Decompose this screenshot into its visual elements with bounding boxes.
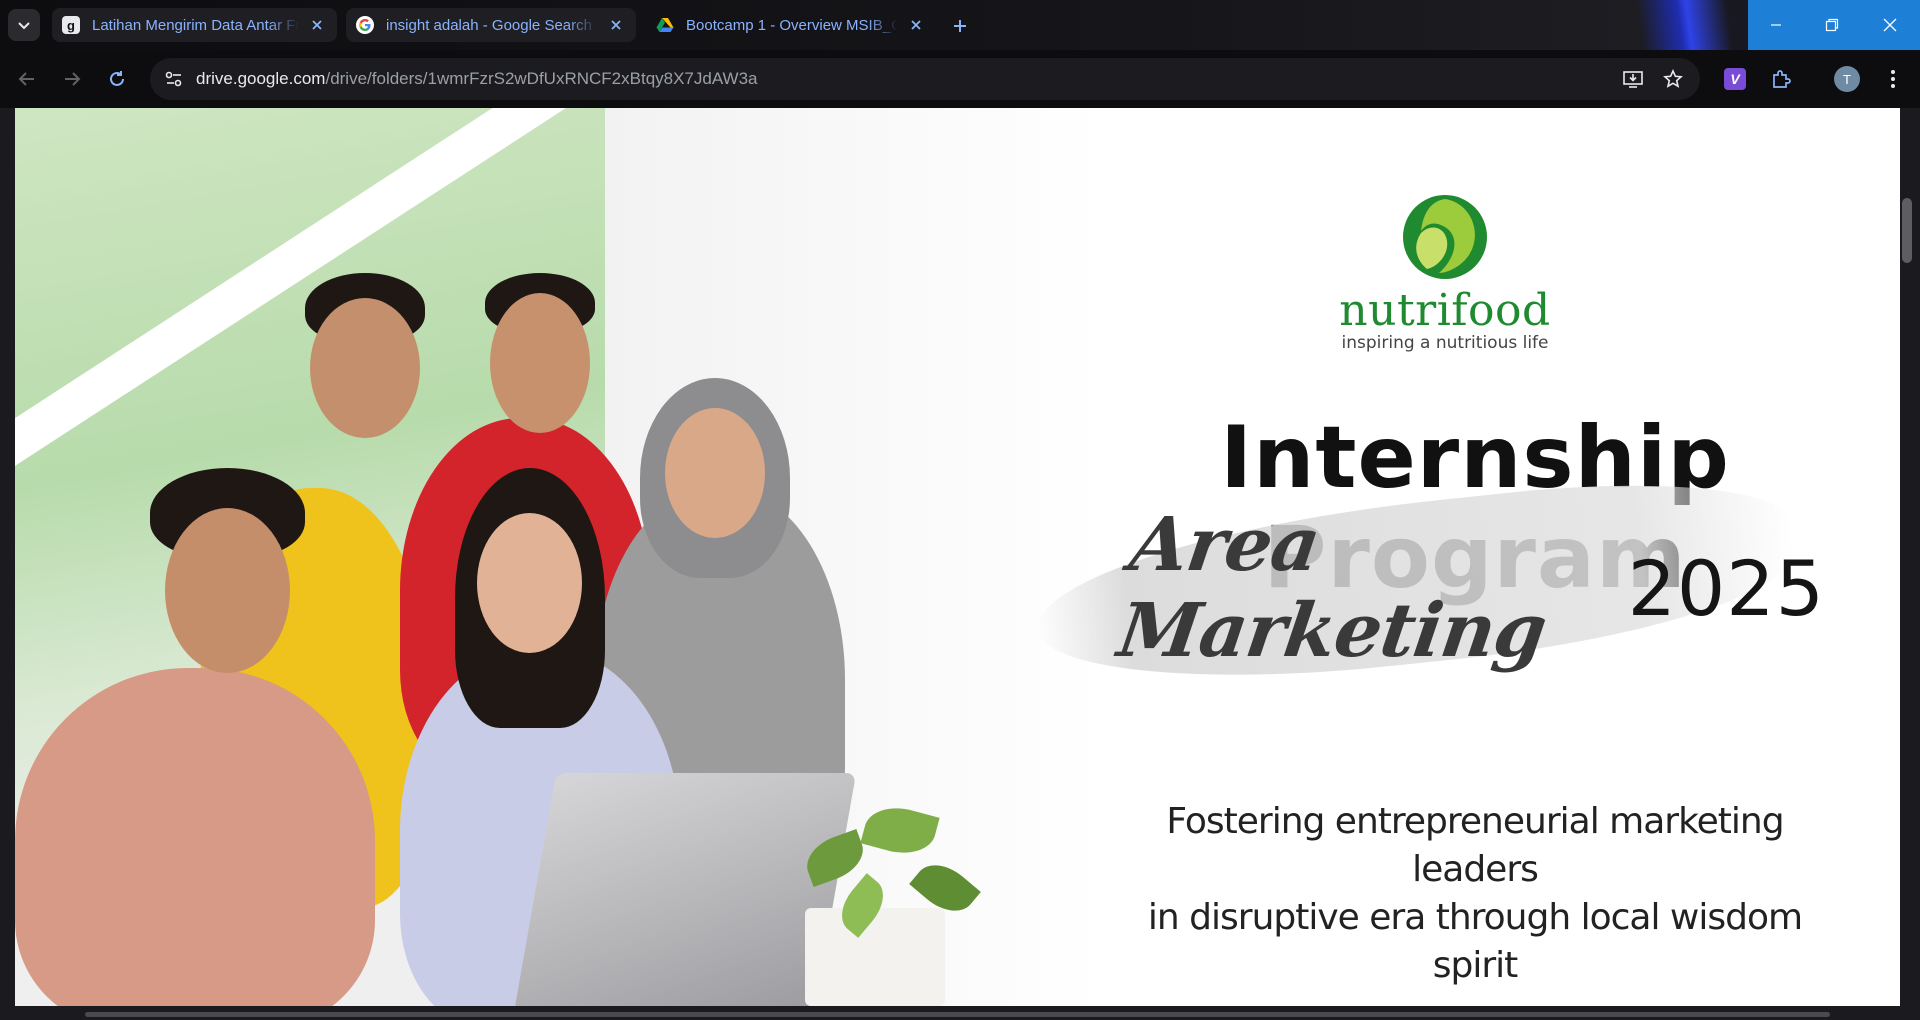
tagline-line-2: in disruptive era through local wisdom s…	[1147, 897, 1803, 986]
person-peach-shirt	[15, 668, 375, 1006]
person-face	[310, 298, 420, 438]
site-info-icon[interactable]	[160, 65, 188, 93]
banner-tagline: Fostering entrepreneurial marketing lead…	[1115, 798, 1835, 990]
minimize-button[interactable]	[1748, 0, 1804, 50]
url-host: drive.google.com	[196, 69, 326, 88]
bookmark-star-icon[interactable]	[1660, 66, 1686, 92]
person-face	[165, 508, 290, 673]
logo-tagline: inspiring a nutritious life	[1341, 333, 1549, 353]
horizontal-scrollbar-thumb[interactable]	[85, 1012, 1830, 1017]
extension-v-badge: V	[1724, 68, 1746, 90]
tab-title: Bootcamp 1 - Overview MSIB_C	[686, 16, 898, 34]
reload-icon	[110, 71, 124, 86]
nutrifood-leaf-icon	[1401, 193, 1489, 281]
tab-title: insight adalah - Google Search	[386, 16, 592, 34]
team-photo	[15, 108, 1105, 1006]
tab-strip: g Latihan Mengirim Data Antar Fr insight…	[0, 0, 1920, 58]
tab-latihan[interactable]: g Latihan Mengirim Data Antar Fr	[52, 8, 337, 42]
restore-button[interactable]	[1804, 0, 1860, 50]
plus-icon	[954, 20, 966, 32]
restore-icon	[1825, 18, 1839, 32]
close-window-button[interactable]	[1860, 0, 1920, 50]
avatar: T	[1834, 66, 1860, 92]
address-bar[interactable]: drive.google.com/drive/folders/1wmrFzrS2…	[150, 58, 1700, 100]
internship-banner-image: nutrifood inspiring a nutritious life In…	[15, 108, 1900, 1006]
person-face	[665, 408, 765, 538]
tab-search-button[interactable]	[8, 9, 40, 41]
extension-v-icon[interactable]: V	[1720, 64, 1750, 94]
arrow-left-icon	[18, 72, 34, 86]
plant-pot	[805, 908, 945, 1006]
reload-button[interactable]	[102, 64, 132, 94]
url-path: /drive/folders/1wmrFzrS2wDfUxRNCF2xBtqy8…	[325, 69, 758, 88]
program-year: 2025	[1627, 543, 1825, 633]
install-app-icon[interactable]	[1620, 66, 1646, 92]
browser-toolbar: drive.google.com/drive/folders/1wmrFzrS2…	[0, 50, 1920, 108]
chevron-down-icon	[18, 22, 30, 30]
vertical-scrollbar-thumb[interactable]	[1902, 198, 1912, 263]
nutrifood-logo: nutrifood inspiring a nutritious life	[1335, 193, 1555, 353]
close-icon	[1883, 18, 1897, 32]
google-drive-icon	[656, 16, 674, 34]
menu-kebab-icon[interactable]	[1878, 64, 1908, 94]
page-viewport: nutrifood inspiring a nutritious life In…	[0, 108, 1920, 1020]
minimize-icon	[1771, 24, 1781, 26]
url-text: drive.google.com/drive/folders/1wmrFzrS2…	[196, 69, 758, 89]
tagline-line-1: Fostering entrepreneurial marketing lead…	[1166, 801, 1784, 890]
new-tab-button[interactable]	[946, 12, 974, 40]
profile-button[interactable]: T	[1832, 64, 1862, 94]
person-face	[490, 293, 590, 433]
g-badge-icon: g	[62, 16, 80, 34]
forward-button[interactable]	[57, 64, 87, 94]
google-icon	[356, 16, 374, 34]
back-button[interactable]	[12, 64, 42, 94]
tab-google-search[interactable]: insight adalah - Google Search	[346, 8, 636, 42]
tab-bootcamp-drive[interactable]: Bootcamp 1 - Overview MSIB_C	[646, 8, 936, 42]
close-icon[interactable]	[606, 15, 626, 35]
area-marketing-script: Area Marketing	[1112, 502, 1552, 674]
close-icon[interactable]	[906, 15, 926, 35]
extensions-puzzle-icon[interactable]	[1766, 64, 1796, 94]
close-icon[interactable]	[307, 15, 327, 35]
area-marketing-line: Area Marketing 2025	[1113, 502, 1825, 674]
arrow-right-icon	[65, 72, 81, 86]
tab-title: Latihan Mengirim Data Antar Fr	[92, 16, 299, 34]
logo-wordmark: nutrifood	[1339, 285, 1551, 336]
person-face	[477, 513, 582, 653]
